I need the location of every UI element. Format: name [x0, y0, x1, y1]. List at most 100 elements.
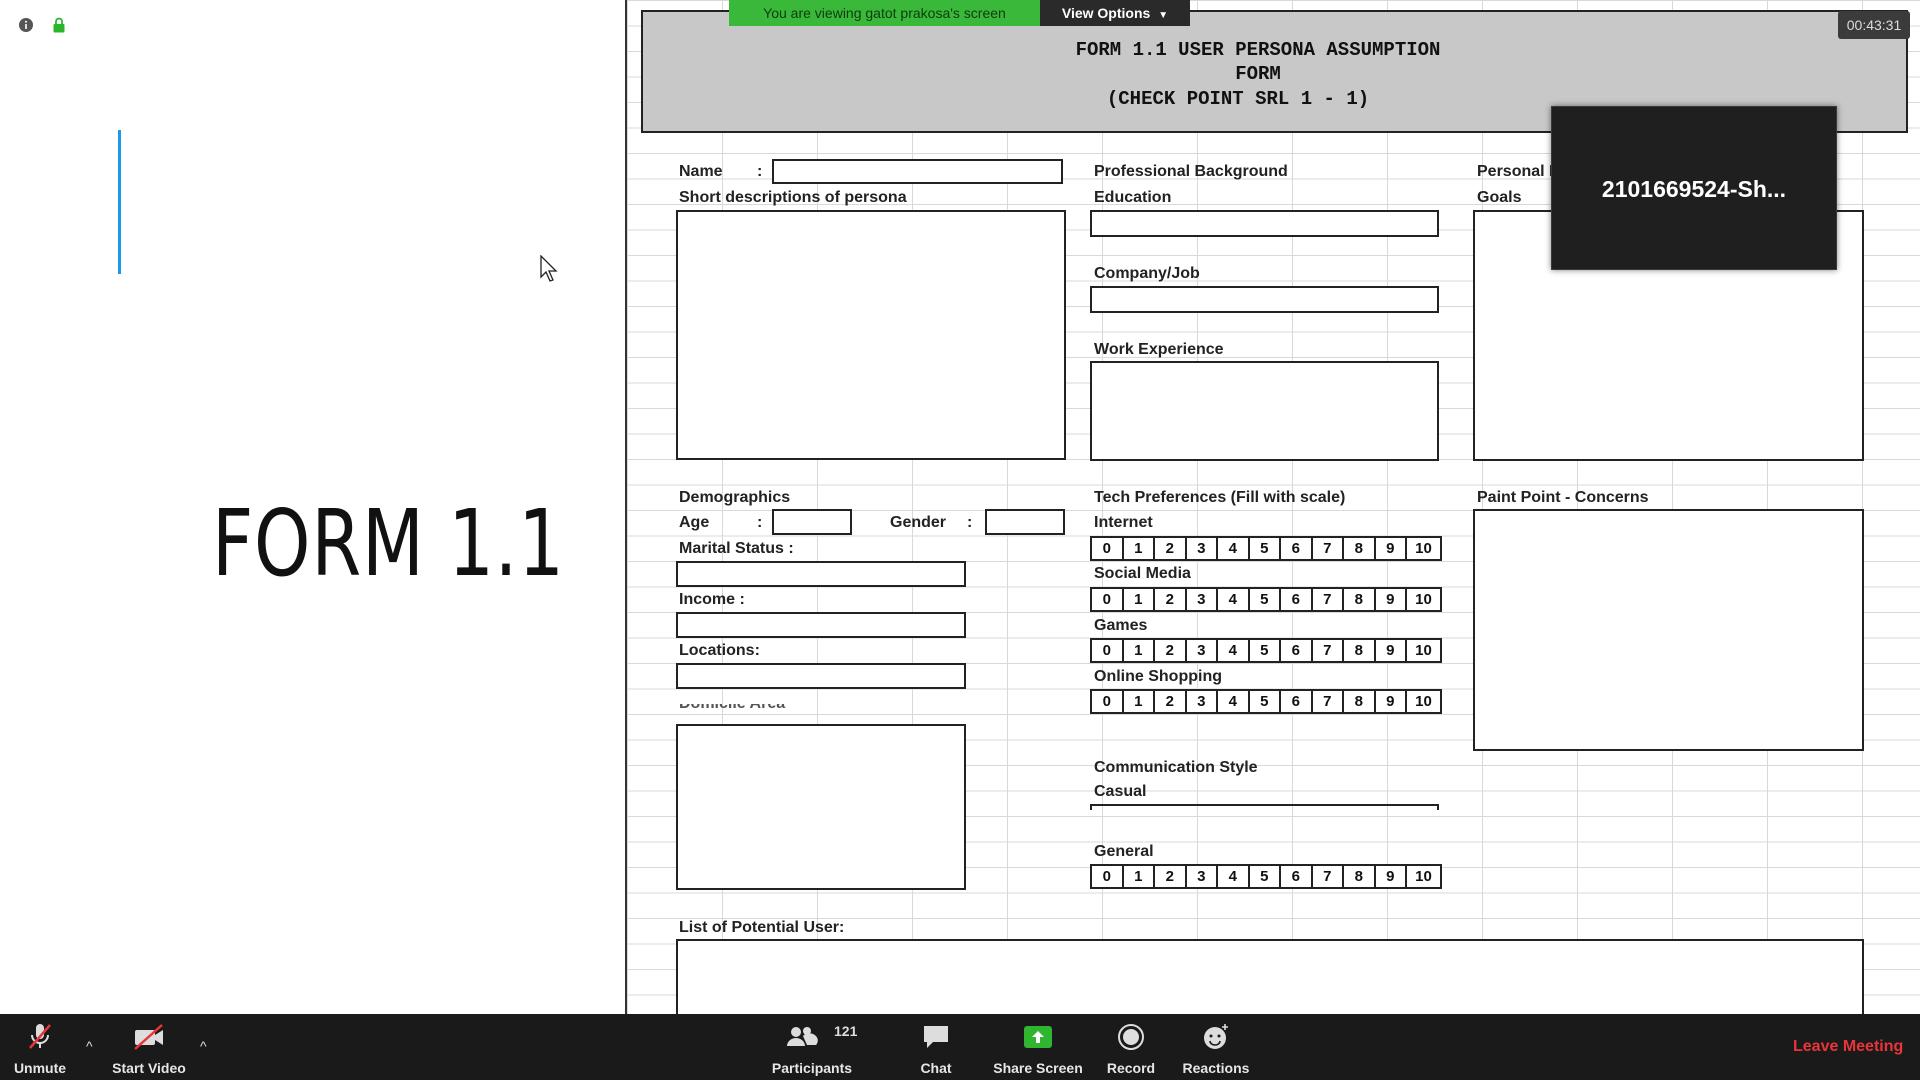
social-media-label: Social Media: [1094, 565, 1191, 582]
scale-cell[interactable]: 10: [1407, 589, 1440, 610]
scale-cell[interactable]: 5: [1250, 691, 1281, 712]
share-screen-label: Share Screen: [993, 1060, 1083, 1076]
scale-cell[interactable]: 2: [1155, 538, 1187, 559]
scale-cell[interactable]: 2: [1155, 589, 1187, 610]
scale-cell[interactable]: 2: [1155, 640, 1187, 661]
scale-cell[interactable]: 2: [1155, 866, 1187, 887]
scale-cell[interactable]: 10: [1407, 691, 1440, 712]
scale-cell[interactable]: 0: [1092, 691, 1124, 712]
scale-cell[interactable]: 7: [1313, 589, 1344, 610]
name-field[interactable]: [772, 159, 1063, 184]
leave-meeting-button[interactable]: Leave Meeting: [1793, 1038, 1903, 1056]
income-field[interactable]: [676, 612, 966, 638]
scale-cell[interactable]: 10: [1407, 538, 1440, 559]
scale-cell[interactable]: 6: [1281, 538, 1313, 559]
potential-users-box[interactable]: [676, 939, 1864, 1014]
scale-cell[interactable]: 6: [1281, 866, 1313, 887]
professional-background-label: Professional Background: [1094, 163, 1288, 180]
scale-cell[interactable]: 8: [1344, 640, 1376, 661]
zoom-meeting-window: FORM 1.1 FORM 1.1 USER PERSONA ASSUMPTIO…: [0, 0, 1920, 1080]
scale-cell[interactable]: 8: [1344, 691, 1376, 712]
education-field[interactable]: [1090, 210, 1439, 237]
scale-cell[interactable]: 3: [1187, 691, 1218, 712]
scale-cell[interactable]: 0: [1092, 866, 1124, 887]
general-scale[interactable]: 0 1 2 3 4 5 6 7 8 9 10: [1090, 864, 1442, 889]
scale-cell[interactable]: 1: [1124, 691, 1155, 712]
scale-cell[interactable]: 2: [1155, 691, 1187, 712]
company-job-field[interactable]: [1090, 286, 1439, 313]
scale-cell[interactable]: 4: [1218, 538, 1250, 559]
pain-point-box[interactable]: [1473, 509, 1864, 751]
participants-count: 121: [834, 1023, 858, 1039]
form-title-line1: FORM 1.1 USER PERSONA ASSUMPTION: [1075, 39, 1441, 61]
social-media-scale[interactable]: 0 1 2 3 4 5 6 7 8 9 10: [1090, 587, 1442, 612]
scale-cell[interactable]: 8: [1344, 538, 1376, 559]
scale-cell[interactable]: 7: [1313, 538, 1344, 559]
audio-options-caret-icon[interactable]: ^: [86, 1038, 93, 1054]
gender-field[interactable]: [985, 509, 1065, 535]
income-label: Income :: [679, 591, 745, 608]
scale-cell[interactable]: 5: [1250, 866, 1281, 887]
communication-style-label: Communication Style: [1094, 759, 1258, 776]
scale-cell[interactable]: 4: [1218, 691, 1250, 712]
scale-cell[interactable]: 7: [1313, 640, 1344, 661]
age-field[interactable]: [772, 509, 852, 535]
lock-icon[interactable]: [51, 17, 67, 33]
scale-cell[interactable]: 9: [1376, 589, 1407, 610]
scale-cell[interactable]: 3: [1187, 866, 1218, 887]
reactions-button[interactable]: Reactions: [1176, 1014, 1256, 1080]
domicile-box[interactable]: [676, 724, 966, 890]
scale-cell[interactable]: 10: [1407, 866, 1440, 887]
participant-video-tile[interactable]: 2101669524-Sh...: [1551, 106, 1837, 270]
scale-cell[interactable]: 6: [1281, 589, 1313, 610]
scale-cell[interactable]: 3: [1187, 640, 1218, 661]
scale-cell[interactable]: 0: [1092, 589, 1124, 610]
scale-cell[interactable]: 4: [1218, 866, 1250, 887]
scale-cell[interactable]: 1: [1124, 640, 1155, 661]
work-experience-box[interactable]: [1090, 361, 1439, 461]
scale-cell[interactable]: 1: [1124, 589, 1155, 610]
scale-cell[interactable]: 8: [1344, 589, 1376, 610]
short-description-box[interactable]: [676, 210, 1066, 460]
info-icon[interactable]: [18, 17, 34, 33]
scale-cell[interactable]: 3: [1187, 538, 1218, 559]
marital-status-field[interactable]: [676, 561, 966, 587]
scale-cell[interactable]: 9: [1376, 866, 1407, 887]
scale-cell[interactable]: 4: [1218, 640, 1250, 661]
games-scale[interactable]: 0 1 2 3 4 5 6 7 8 9 10: [1090, 638, 1442, 663]
scale-cell[interactable]: 0: [1092, 640, 1124, 661]
video-options-caret-icon[interactable]: ^: [200, 1038, 207, 1054]
scale-cell[interactable]: 3: [1187, 589, 1218, 610]
start-video-button[interactable]: Start Video: [104, 1014, 194, 1080]
view-options-button[interactable]: View Options ▼: [1040, 0, 1190, 26]
record-label: Record: [1106, 1060, 1156, 1076]
scale-cell[interactable]: 7: [1313, 691, 1344, 712]
scale-cell[interactable]: 9: [1376, 640, 1407, 661]
scale-cell[interactable]: 10: [1407, 640, 1440, 661]
scale-cell[interactable]: 9: [1376, 538, 1407, 559]
unmute-button[interactable]: Unmute: [0, 1014, 80, 1080]
scale-cell[interactable]: 4: [1218, 589, 1250, 610]
scale-cell[interactable]: 8: [1344, 866, 1376, 887]
unmute-label: Unmute: [13, 1060, 67, 1076]
scale-cell[interactable]: 1: [1124, 866, 1155, 887]
online-shopping-scale[interactable]: 0 1 2 3 4 5 6 7 8 9 10: [1090, 689, 1442, 714]
casual-scale-clipped[interactable]: [1090, 804, 1439, 810]
chat-button[interactable]: Chat: [901, 1014, 971, 1080]
scale-cell[interactable]: 7: [1313, 866, 1344, 887]
scale-cell[interactable]: 6: [1281, 691, 1313, 712]
reactions-icon: [1204, 1024, 1228, 1049]
share-screen-button[interactable]: Share Screen: [988, 1014, 1088, 1080]
scale-cell[interactable]: 5: [1250, 589, 1281, 610]
scale-cell[interactable]: 1: [1124, 538, 1155, 559]
scale-cell[interactable]: 6: [1281, 640, 1313, 661]
marital-status-label: Marital Status :: [679, 540, 794, 557]
scale-cell[interactable]: 5: [1250, 640, 1281, 661]
scale-cell[interactable]: 5: [1250, 538, 1281, 559]
locations-field[interactable]: [676, 663, 966, 689]
scale-cell[interactable]: 0: [1092, 538, 1124, 559]
name-label: Name: [679, 163, 723, 180]
internet-scale[interactable]: 0 1 2 3 4 5 6 7 8 9 10: [1090, 536, 1442, 561]
scale-cell[interactable]: 9: [1376, 691, 1407, 712]
record-button[interactable]: Record: [1098, 1014, 1164, 1080]
